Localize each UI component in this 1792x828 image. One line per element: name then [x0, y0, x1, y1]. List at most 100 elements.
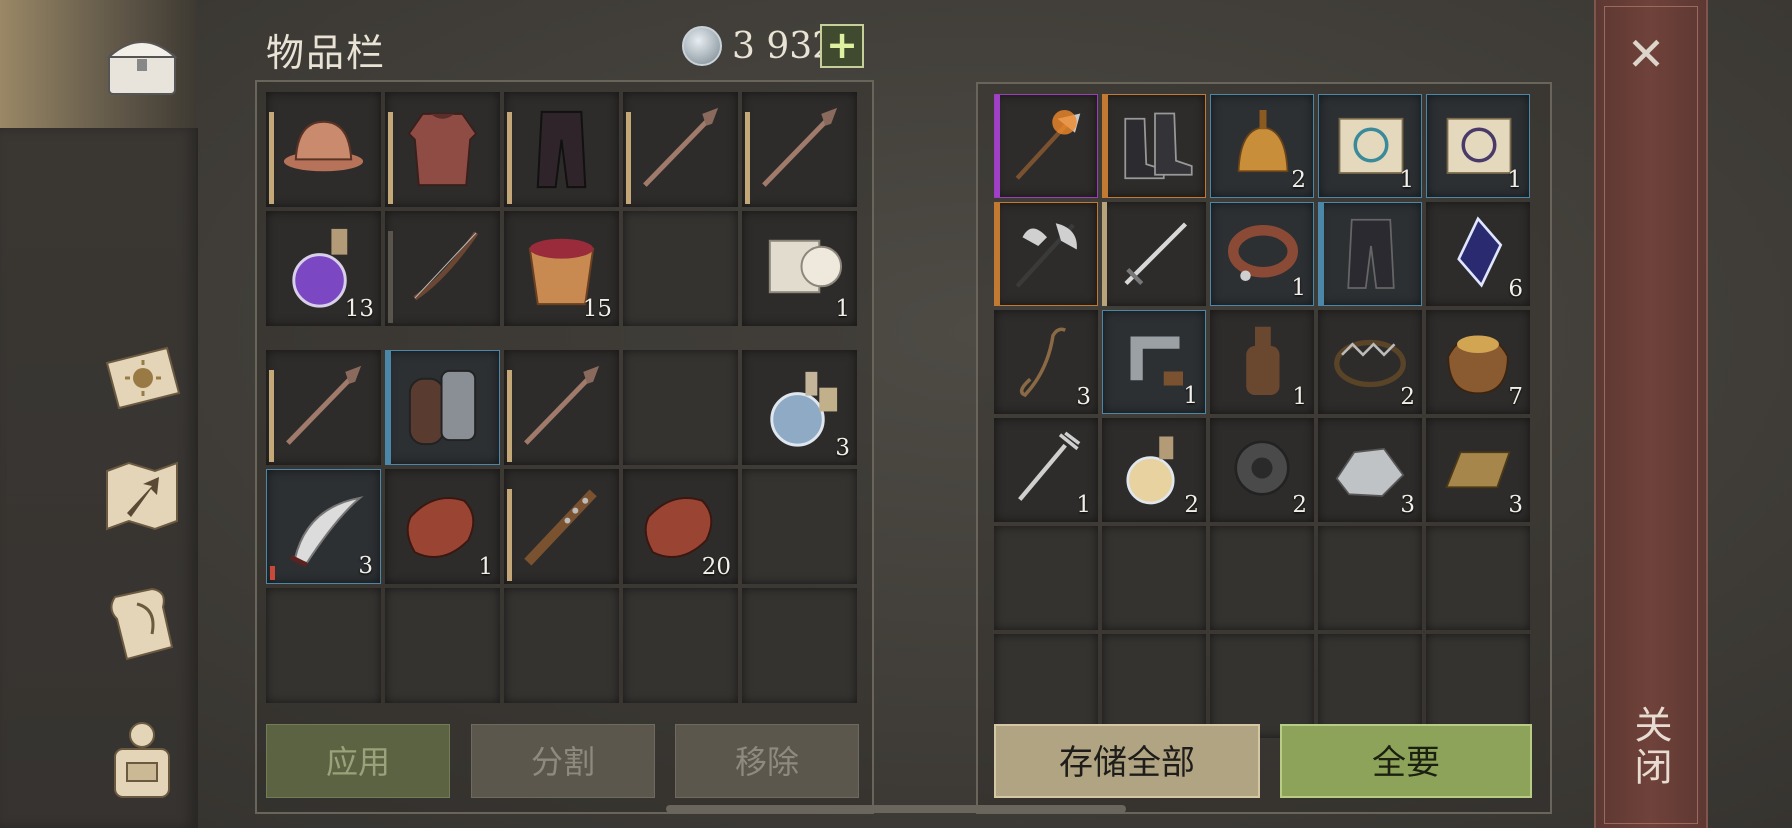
- empty-slot[interactable]: [1426, 634, 1530, 738]
- empty-slot[interactable]: [742, 469, 857, 584]
- split-button[interactable]: 分割: [471, 724, 655, 798]
- silver-coin-icon: [682, 26, 722, 66]
- item-slot[interactable]: 1: [1426, 94, 1530, 198]
- empty-slot[interactable]: [1426, 526, 1530, 630]
- item-slot[interactable]: [504, 469, 619, 584]
- durability-bar: [388, 112, 393, 204]
- empty-slot[interactable]: [1210, 526, 1314, 630]
- book-sun-icon[interactable]: [92, 328, 192, 428]
- rarity-stripe: [995, 95, 1000, 197]
- chainmail-icon: [395, 100, 490, 195]
- gauntlets-icon: [396, 359, 491, 454]
- empty-slot[interactable]: [1318, 634, 1422, 738]
- item-slot[interactable]: 6: [1426, 202, 1530, 306]
- item-slot[interactable]: 2: [1318, 310, 1422, 414]
- item-slot[interactable]: 1: [1210, 202, 1314, 306]
- empty-slot[interactable]: [623, 588, 738, 703]
- empty-slot[interactable]: [994, 526, 1098, 630]
- empty-slot[interactable]: [1102, 634, 1206, 738]
- add-currency-button[interactable]: +: [820, 24, 864, 68]
- durability-bar: [507, 370, 512, 462]
- item-slot[interactable]: 1: [1102, 310, 1206, 414]
- scroll-quill-icon[interactable]: [92, 574, 192, 674]
- close-icon[interactable]: ✕: [1626, 31, 1666, 77]
- item-slot[interactable]: [504, 350, 619, 465]
- item-slot[interactable]: [1102, 202, 1206, 306]
- item-quantity: 1: [1507, 167, 1522, 193]
- item-slot[interactable]: [266, 350, 381, 465]
- empty-slot[interactable]: [742, 588, 857, 703]
- water-flask-icon: [752, 358, 847, 453]
- durability-bar: [507, 112, 512, 204]
- item-slot[interactable]: 3: [266, 469, 381, 584]
- armored-leggings-icon: [1329, 211, 1413, 295]
- item-slot[interactable]: [623, 92, 738, 207]
- item-slot[interactable]: 7: [1426, 310, 1530, 414]
- item-slot[interactable]: 20: [623, 469, 738, 584]
- sidebar-top-tab[interactable]: [0, 0, 196, 128]
- item-quantity: 2: [1184, 492, 1199, 518]
- remove-button[interactable]: 移除: [675, 724, 859, 798]
- item-slot[interactable]: 2: [1210, 94, 1314, 198]
- trousers-icon: [514, 100, 609, 195]
- item-slot[interactable]: 3: [994, 310, 1098, 414]
- spiked-club-icon: [514, 477, 609, 572]
- item-slot[interactable]: 1: [1318, 94, 1422, 198]
- close-panel[interactable]: ✕ 关闭: [1594, 0, 1708, 828]
- map-arrow-icon[interactable]: [92, 446, 192, 546]
- item-slot[interactable]: [1102, 94, 1206, 198]
- take-all-button[interactable]: 全要: [1280, 724, 1532, 798]
- item-quantity: 1: [478, 554, 493, 580]
- item-slot[interactable]: 2: [1210, 418, 1314, 522]
- item-slot[interactable]: 15: [504, 211, 619, 326]
- item-quantity: 3: [1076, 384, 1091, 410]
- empty-slot[interactable]: [1318, 526, 1422, 630]
- chest-icon[interactable]: [92, 14, 192, 114]
- close-label[interactable]: 关闭: [1618, 705, 1678, 789]
- item-slot[interactable]: [504, 92, 619, 207]
- storage-grid: 211163112712233: [994, 94, 1530, 738]
- horizontal-scrollbar[interactable]: [666, 805, 1126, 813]
- item-quantity: 2: [1292, 492, 1307, 518]
- currency-display: 3 932: [682, 24, 835, 68]
- durability-bar: [745, 112, 750, 204]
- item-slot[interactable]: [994, 202, 1098, 306]
- item-slot[interactable]: 3: [1318, 418, 1422, 522]
- inventory-title: 物品栏: [266, 31, 387, 75]
- item-slot[interactable]: [1318, 202, 1422, 306]
- item-slot[interactable]: 3: [1426, 418, 1530, 522]
- item-slot[interactable]: 1: [385, 469, 500, 584]
- item-slot[interactable]: 13: [266, 211, 381, 326]
- apply-button[interactable]: 应用: [266, 724, 450, 798]
- durability-bar: [269, 370, 274, 462]
- empty-slot[interactable]: [1210, 634, 1314, 738]
- durability-bar: [388, 231, 393, 323]
- item-slot[interactable]: 3: [742, 350, 857, 465]
- backpack-icon[interactable]: [92, 708, 192, 808]
- item-slot[interactable]: 1: [742, 211, 857, 326]
- store-all-button[interactable]: 存储全部: [994, 724, 1260, 798]
- item-slot[interactable]: 2: [1102, 418, 1206, 522]
- item-slot[interactable]: [385, 92, 500, 207]
- item-slot[interactable]: [994, 94, 1098, 198]
- empty-slot[interactable]: [623, 211, 738, 326]
- item-slot[interactable]: [742, 92, 857, 207]
- item-quantity: 3: [835, 435, 850, 461]
- empty-slot[interactable]: [385, 588, 500, 703]
- spear-icon: [633, 100, 728, 195]
- inventory-grid-bottom: 3 3 1 20: [266, 350, 857, 703]
- empty-slot[interactable]: [504, 588, 619, 703]
- empty-slot[interactable]: [1102, 526, 1206, 630]
- empty-slot[interactable]: [994, 634, 1098, 738]
- rarity-stripe: [386, 351, 391, 464]
- battle-axe-icon: [1005, 211, 1089, 295]
- item-quantity: 2: [1291, 167, 1306, 193]
- item-slot[interactable]: 1: [1210, 310, 1314, 414]
- empty-slot[interactable]: [266, 588, 381, 703]
- empty-slot[interactable]: [623, 350, 738, 465]
- item-slot[interactable]: 1: [994, 418, 1098, 522]
- item-slot[interactable]: [385, 211, 500, 326]
- rarity-stripe: [1103, 95, 1108, 197]
- item-slot[interactable]: [266, 92, 381, 207]
- item-slot[interactable]: [385, 350, 500, 465]
